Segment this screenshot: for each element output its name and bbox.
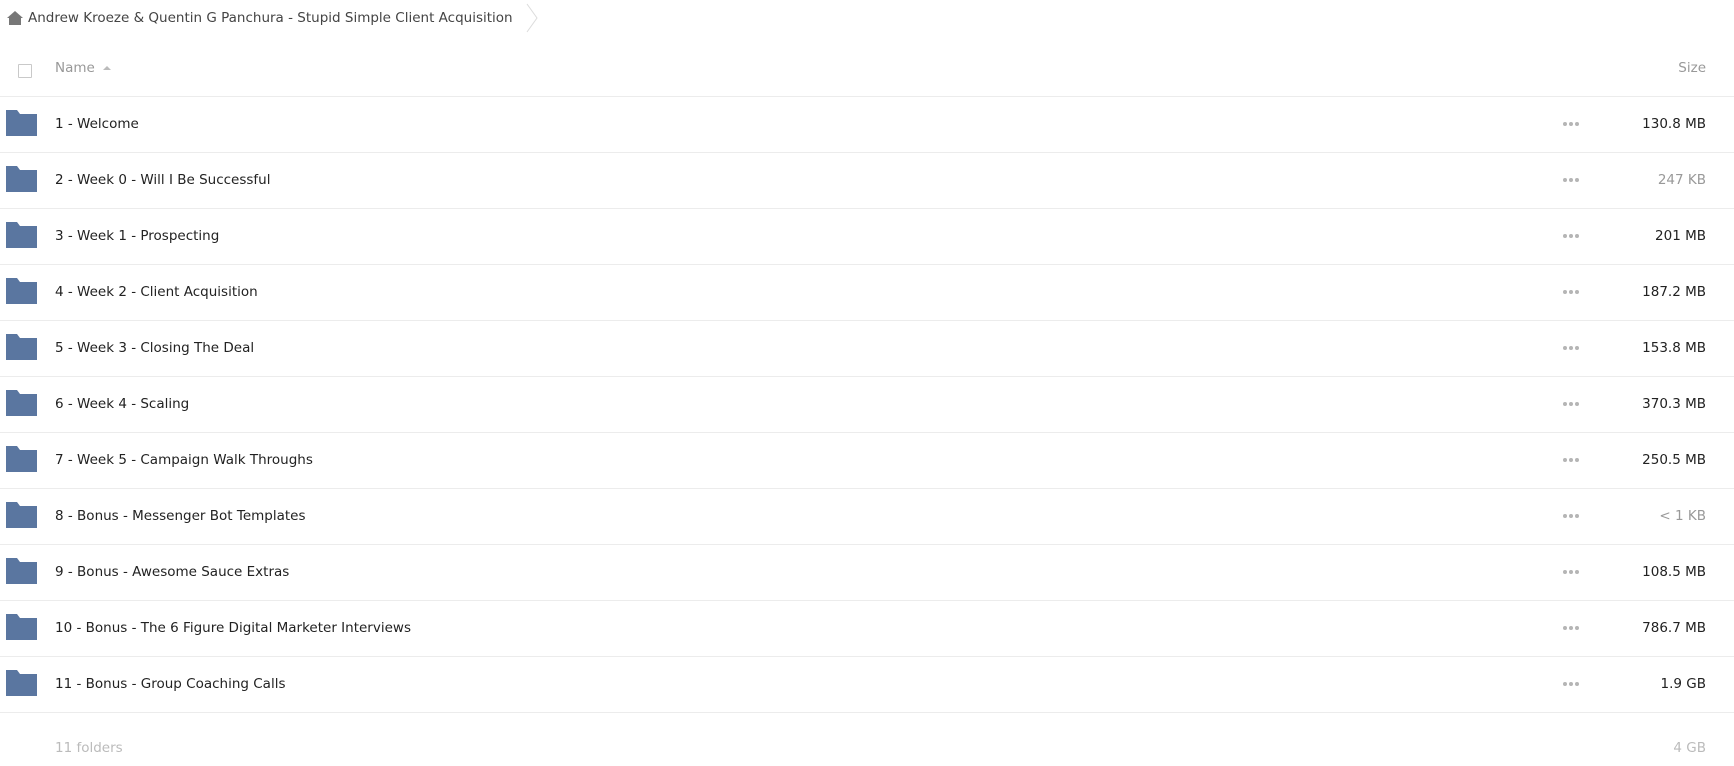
table-header: Name Size [0, 46, 1734, 97]
folder-icon [6, 277, 38, 305]
more-options-icon[interactable] [1561, 117, 1581, 131]
more-options-icon[interactable] [1561, 565, 1581, 579]
file-list: 1 - Welcome 130.8 MB 2 - Week 0 - Will I B… [0, 97, 1734, 713]
folder-icon [6, 445, 38, 473]
folder-icon [6, 165, 38, 193]
sort-ascending-icon [102, 66, 111, 70]
folder-name[interactable]: 10 - Bonus - The 6 Figure Digital Market… [55, 620, 411, 636]
more-options-icon[interactable] [1561, 285, 1581, 299]
folder-count: 11 folders [55, 740, 123, 756]
breadcrumb-current-folder[interactable]: Andrew Kroeze & Quentin G Panchura - Stu… [28, 10, 513, 26]
folder-icon [6, 669, 38, 697]
more-options-icon[interactable] [1561, 229, 1581, 243]
folder-name[interactable]: 7 - Week 5 - Campaign Walk Throughs [55, 452, 313, 468]
folder-size: 130.8 MB [1642, 116, 1706, 132]
more-options-icon[interactable] [1561, 677, 1581, 691]
folder-size: 247 KB [1657, 172, 1706, 188]
table-row[interactable]: 3 - Week 1 - Prospecting 201 MB [0, 209, 1734, 265]
table-row[interactable]: 4 - Week 2 - Client Acquisition 187.2 MB [0, 265, 1734, 321]
folder-icon [6, 389, 38, 417]
folder-icon [6, 613, 38, 641]
folder-size: 370.3 MB [1642, 396, 1706, 412]
table-row[interactable]: 9 - Bonus - Awesome Sauce Extras 108.5 MB [0, 545, 1734, 601]
table-row[interactable]: 8 - Bonus - Messenger Bot Templates < 1 K… [0, 489, 1734, 545]
chevron-right-icon [525, 3, 539, 33]
folder-size: 187.2 MB [1642, 284, 1706, 300]
table-row[interactable]: 11 - Bonus - Group Coaching Calls 1.9 GB [0, 657, 1734, 713]
name-column-label: Name [55, 60, 95, 76]
folder-name[interactable]: 4 - Week 2 - Client Acquisition [55, 284, 258, 300]
size-column-header[interactable]: Size [1678, 60, 1706, 76]
folder-name[interactable]: 2 - Week 0 - Will I Be Successful [55, 172, 271, 188]
folder-size: 201 MB [1655, 228, 1706, 244]
folder-name[interactable]: 3 - Week 1 - Prospecting [55, 228, 219, 244]
table-row[interactable]: 1 - Welcome 130.8 MB [0, 97, 1734, 153]
folder-name[interactable]: 11 - Bonus - Group Coaching Calls [55, 676, 285, 692]
folder-size: 153.8 MB [1642, 340, 1706, 356]
folder-size: 786.7 MB [1642, 620, 1706, 636]
breadcrumb: Andrew Kroeze & Quentin G Panchura - Stu… [6, 3, 539, 33]
folder-size: 108.5 MB [1642, 564, 1706, 580]
folder-name[interactable]: 1 - Welcome [55, 116, 139, 132]
home-icon[interactable] [6, 10, 24, 26]
more-options-icon[interactable] [1561, 341, 1581, 355]
more-options-icon[interactable] [1561, 173, 1581, 187]
table-row[interactable]: 5 - Week 3 - Closing The Deal 153.8 MB [0, 321, 1734, 377]
more-options-icon[interactable] [1561, 397, 1581, 411]
more-options-icon[interactable] [1561, 453, 1581, 467]
more-options-icon[interactable] [1561, 621, 1581, 635]
table-row[interactable]: 6 - Week 4 - Scaling 370.3 MB [0, 377, 1734, 433]
name-column-header[interactable]: Name [55, 60, 111, 76]
table-row[interactable]: 10 - Bonus - The 6 Figure Digital Market… [0, 601, 1734, 657]
folder-icon [6, 221, 38, 249]
folder-icon [6, 557, 38, 585]
folder-icon [6, 109, 38, 137]
folder-name[interactable]: 9 - Bonus - Awesome Sauce Extras [55, 564, 289, 580]
folder-name[interactable]: 6 - Week 4 - Scaling [55, 396, 189, 412]
folder-icon [6, 501, 38, 529]
folder-name[interactable]: 5 - Week 3 - Closing The Deal [55, 340, 254, 356]
select-all-checkbox[interactable] [18, 64, 32, 78]
folder-size: < 1 KB [1659, 508, 1706, 524]
folder-icon [6, 333, 38, 361]
more-options-icon[interactable] [1561, 509, 1581, 523]
folder-name[interactable]: 8 - Bonus - Messenger Bot Templates [55, 508, 306, 524]
table-row[interactable]: 7 - Week 5 - Campaign Walk Throughs 250.5… [0, 433, 1734, 489]
folder-size: 250.5 MB [1642, 452, 1706, 468]
table-row[interactable]: 2 - Week 0 - Will I Be Successful 247 KB [0, 153, 1734, 209]
folder-size: 1.9 GB [1660, 676, 1706, 692]
total-size: 4 GB [1673, 740, 1706, 756]
